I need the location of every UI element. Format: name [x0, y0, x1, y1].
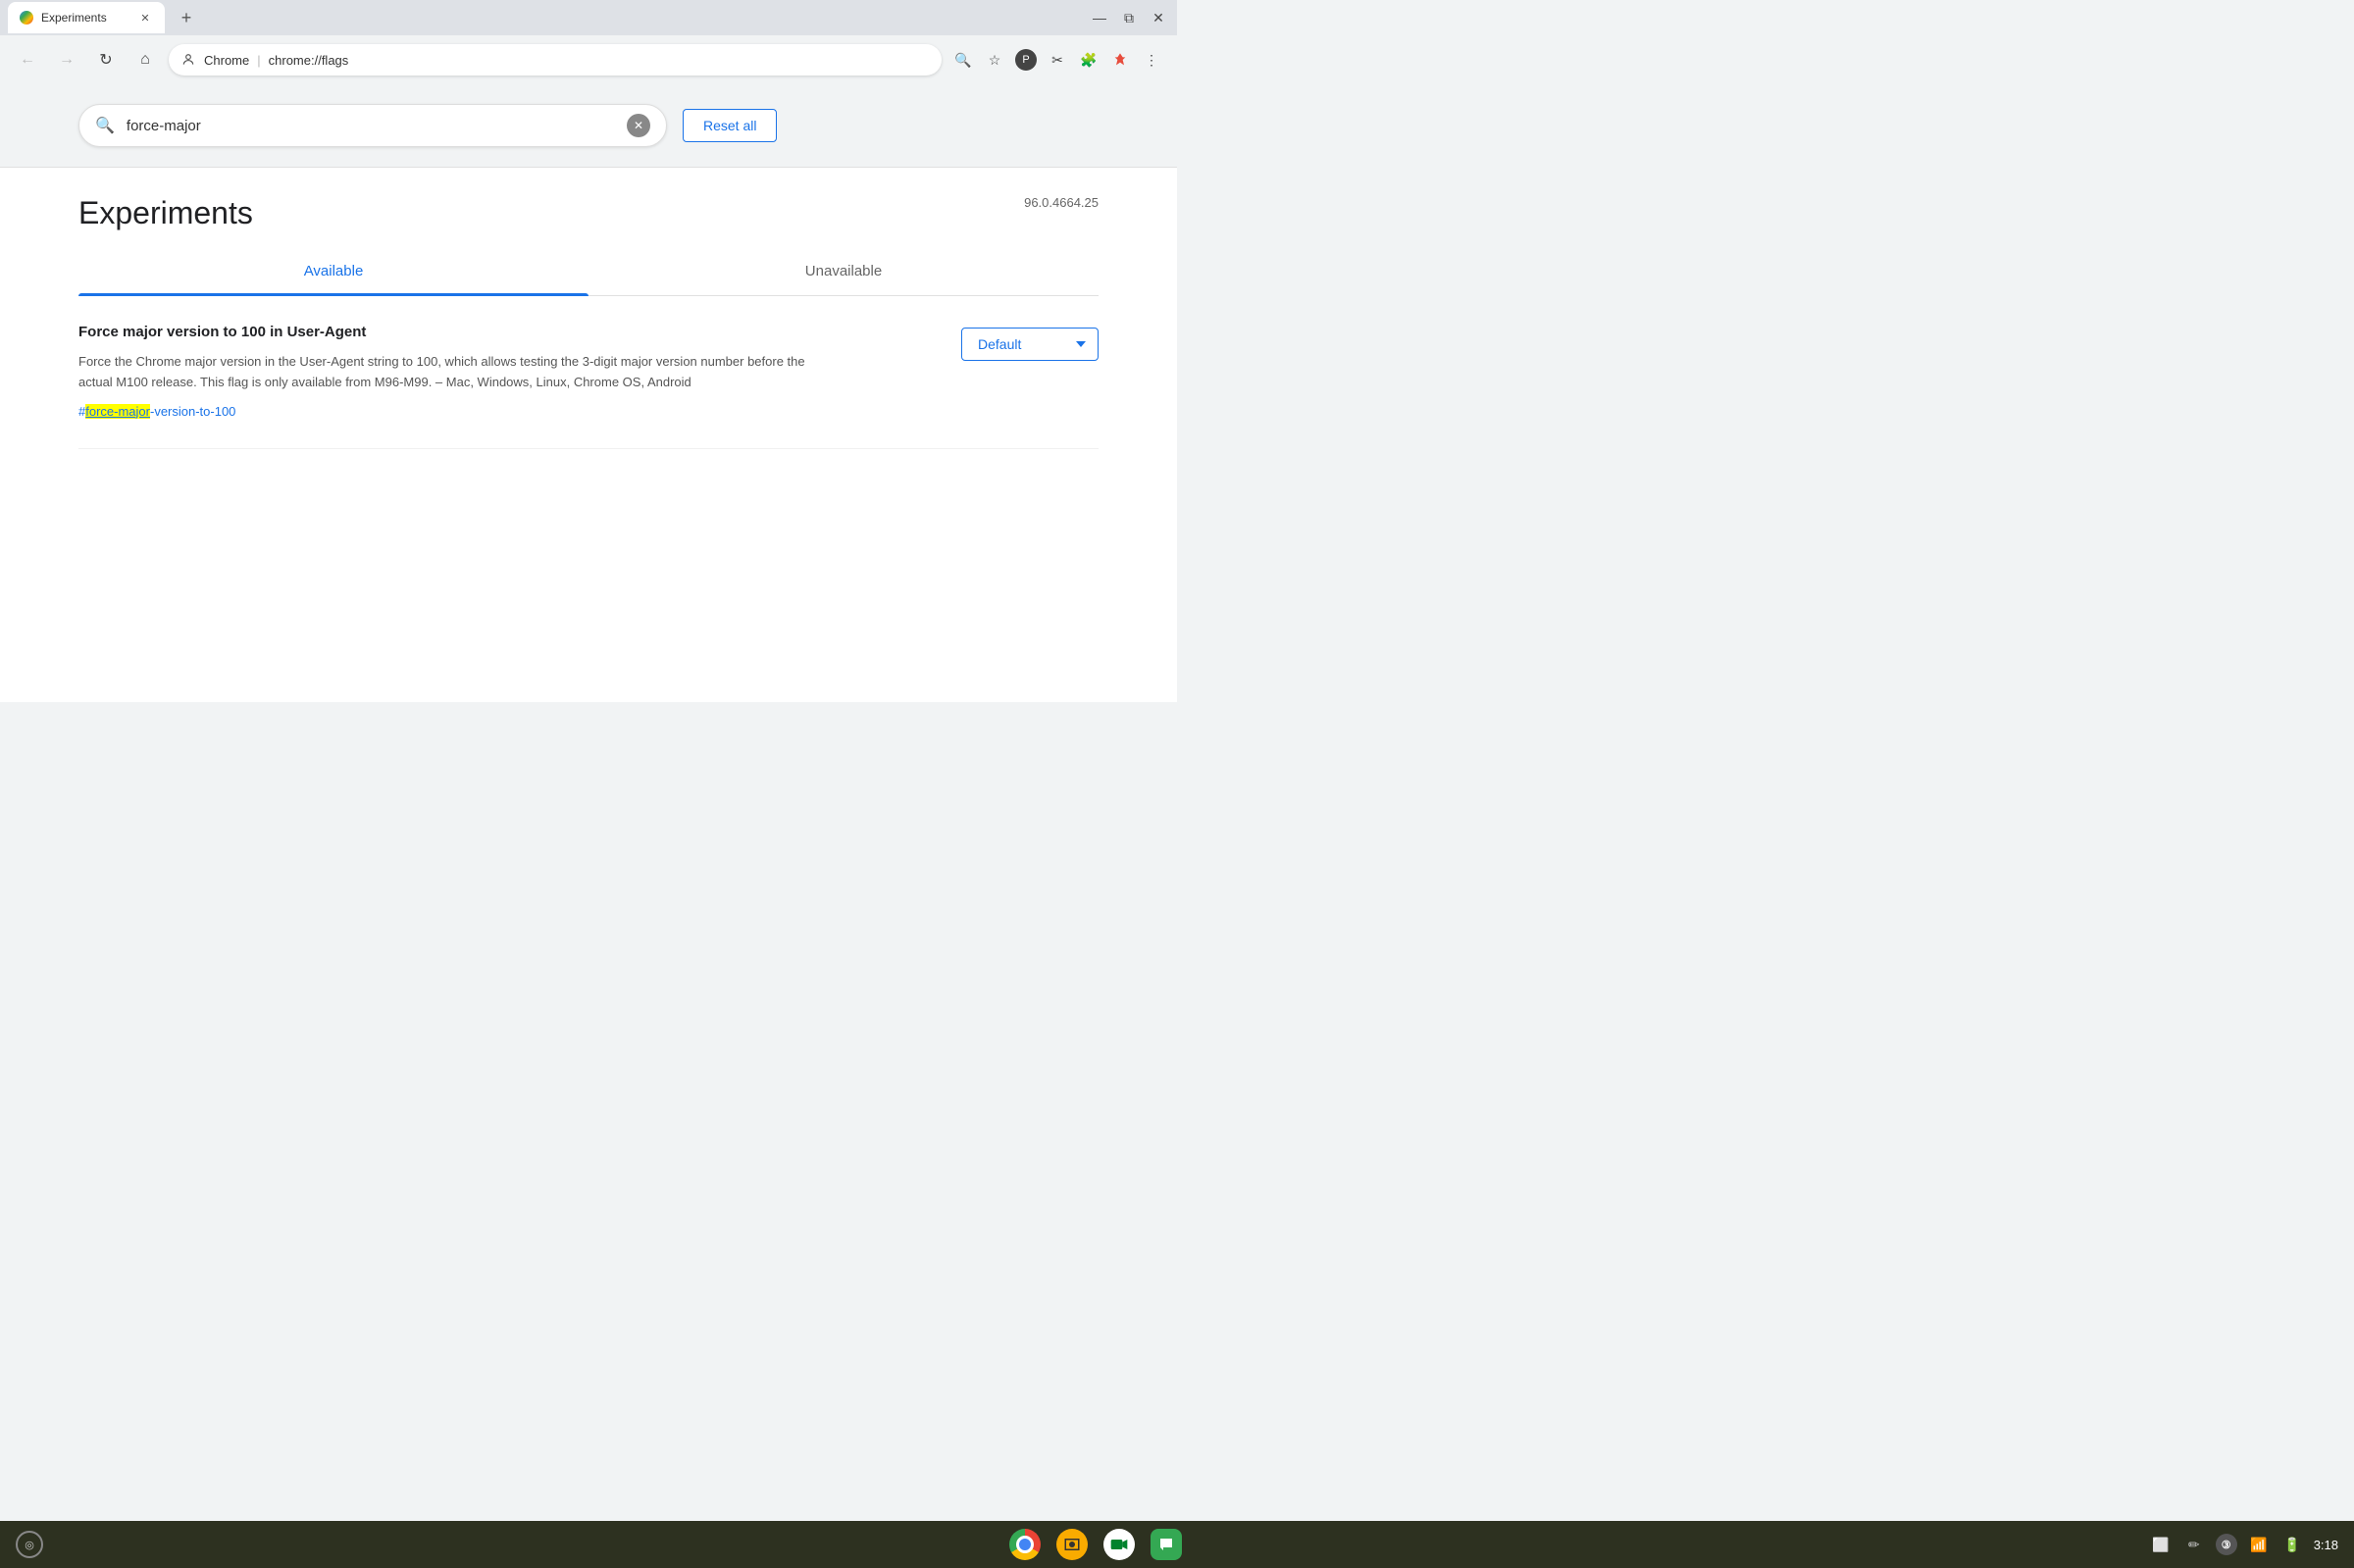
wifi-icon: 📶 — [2247, 1533, 2271, 1556]
tabs-row: Available Unavailable — [78, 247, 1099, 296]
meet-logo — [1103, 1529, 1135, 1560]
flag-anchor-link[interactable]: #force-major-version-to-100 — [78, 404, 235, 419]
title-bar: Experiments ✕ + — ⧉ ✕ — [0, 0, 1177, 35]
minimize-button[interactable]: — — [1089, 7, 1110, 28]
notification-badge[interactable]: ③ — [2216, 1534, 2237, 1555]
active-tab[interactable]: Experiments ✕ — [8, 2, 165, 33]
taskbar-meet-icon[interactable] — [1101, 1527, 1137, 1562]
search-section: 🔍 ✕ Reset all — [0, 84, 1177, 168]
extension-button[interactable] — [1106, 46, 1134, 74]
flag-info: Force major version to 100 in User-Agent… — [78, 324, 930, 421]
tab-close-button[interactable]: ✕ — [137, 10, 153, 25]
bookmark-button[interactable]: ☆ — [981, 46, 1008, 74]
taskbar-circle-label: ◎ — [25, 1539, 34, 1551]
reload-button[interactable]: ↻ — [90, 44, 122, 76]
flag-description: Force the Chrome major version in the Us… — [78, 352, 814, 393]
flags-search-input[interactable] — [127, 118, 627, 134]
battery-icon: 🔋 — [2280, 1533, 2304, 1556]
new-tab-button[interactable]: + — [173, 4, 200, 31]
chat-logo — [1151, 1529, 1182, 1560]
flag-item: Force major version to 100 in User-Agent… — [78, 296, 1099, 449]
address-url: chrome://flags — [269, 53, 349, 68]
clock: 3:18 — [2314, 1538, 2338, 1552]
taskbar-files-icon[interactable] — [1054, 1527, 1090, 1562]
chrome-logo — [1009, 1529, 1041, 1560]
forward-button[interactable]: → — [51, 44, 82, 76]
scissors-button[interactable]: ✂ — [1044, 46, 1071, 74]
page-title: Experiments — [78, 168, 253, 231]
tab-unavailable[interactable]: Unavailable — [588, 247, 1099, 295]
address-bar[interactable]: Chrome | chrome://flags — [169, 44, 942, 76]
address-bar-row: ← → ↻ ⌂ Chrome | chrome://flags 🔍 ☆ P ✂ … — [0, 35, 1177, 84]
puzzle-button[interactable]: 🧩 — [1075, 46, 1102, 74]
toolbar-icons: 🔍 ☆ P ✂ 🧩 ⋮ — [949, 46, 1165, 74]
back-button[interactable]: ← — [12, 44, 43, 76]
taskbar: ◎ ⬜ ✏ ③ 📶 🔋 3:18 — [0, 1521, 2354, 1568]
close-button[interactable]: ✕ — [1148, 7, 1169, 28]
profile-button[interactable]: P — [1012, 46, 1040, 74]
version-text: 96.0.4664.25 — [1024, 168, 1099, 210]
files-logo — [1056, 1529, 1088, 1560]
taskbar-center — [43, 1527, 2149, 1562]
taskbar-left: ◎ — [16, 1531, 43, 1558]
security-icon — [180, 52, 196, 68]
title-row: Experiments 96.0.4664.25 — [78, 168, 1099, 231]
restore-button[interactable]: ⧉ — [1118, 7, 1140, 28]
flags-search-wrapper: 🔍 ✕ — [78, 104, 667, 147]
reset-all-button[interactable]: Reset all — [683, 109, 777, 142]
taskbar-pen-icon[interactable]: ✏ — [2182, 1533, 2206, 1556]
search-toolbar-button[interactable]: 🔍 — [949, 46, 977, 74]
taskbar-screenshot-icon[interactable]: ⬜ — [2149, 1533, 2173, 1556]
taskbar-chrome-icon[interactable] — [1007, 1527, 1043, 1562]
window-controls: — ⧉ ✕ — [1089, 7, 1169, 28]
search-icon: 🔍 — [95, 116, 115, 135]
flag-title: Force major version to 100 in User-Agent — [78, 324, 930, 340]
flag-control: Default Enabled Disabled — [961, 328, 1099, 361]
taskbar-circle-icon: ◎ — [16, 1531, 43, 1558]
flag-dropdown[interactable]: Default Enabled Disabled — [961, 328, 1099, 361]
tab-available[interactable]: Available — [78, 247, 588, 295]
content-area: 🔍 ✕ Reset all Experiments 96.0.4664.25 A… — [0, 84, 1177, 702]
profile-avatar: P — [1015, 49, 1037, 71]
flag-link-rest: -version-to-100 — [150, 404, 235, 419]
browser-window: Experiments ✕ + — ⧉ ✕ ← → ↻ ⌂ Chrome | c… — [0, 0, 1177, 702]
taskbar-chat-icon[interactable] — [1149, 1527, 1184, 1562]
tab-favicon — [20, 11, 33, 25]
search-clear-button[interactable]: ✕ — [627, 114, 650, 137]
flag-link-highlight: force-major — [85, 404, 150, 419]
taskbar-right: ⬜ ✏ ③ 📶 🔋 3:18 — [2149, 1533, 2338, 1556]
more-menu-button[interactable]: ⋮ — [1138, 46, 1165, 74]
main-content: Experiments 96.0.4664.25 Available Unava… — [0, 168, 1177, 449]
tab-title: Experiments — [41, 11, 129, 25]
address-divider: | — [257, 53, 260, 68]
address-origin: Chrome — [204, 53, 249, 68]
home-button[interactable]: ⌂ — [129, 44, 161, 76]
